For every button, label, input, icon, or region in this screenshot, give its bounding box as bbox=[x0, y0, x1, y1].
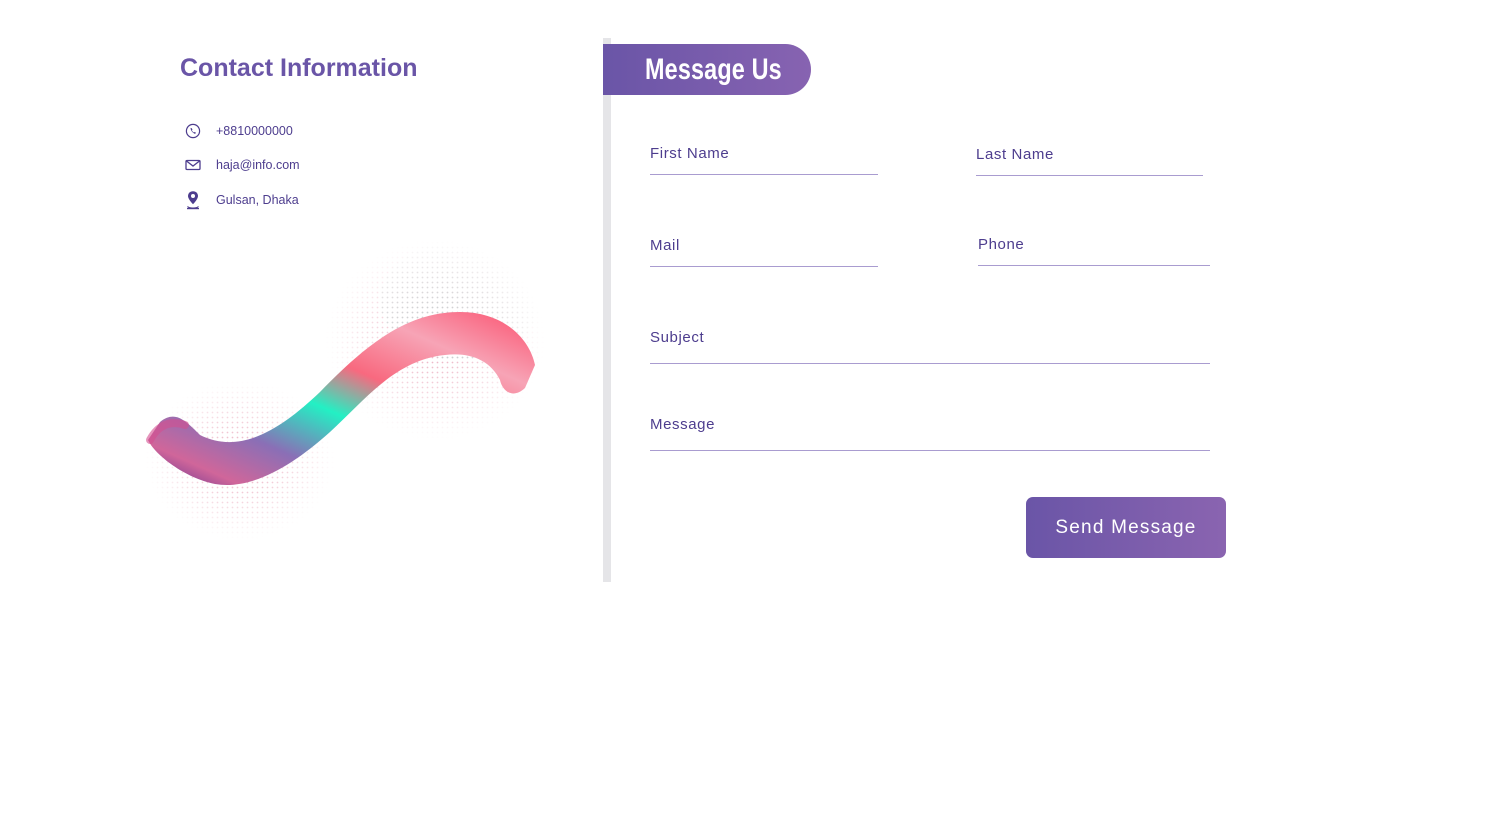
form-header: Message Us bbox=[603, 44, 811, 95]
phone-input[interactable] bbox=[978, 229, 1210, 265]
contact-phone-text: +8810000000 bbox=[216, 124, 293, 138]
last-name-input[interactable] bbox=[976, 139, 1203, 175]
send-message-button[interactable]: Send Message bbox=[1026, 497, 1226, 558]
column-divider bbox=[603, 38, 611, 582]
first-name-input[interactable] bbox=[650, 138, 878, 174]
location-pin-icon bbox=[184, 190, 202, 210]
message-field[interactable]: Message bbox=[650, 409, 1210, 451]
first-name-field[interactable]: First Name bbox=[650, 138, 878, 175]
contact-email: haja@info.com bbox=[184, 155, 300, 175]
mail-icon bbox=[184, 155, 202, 175]
mail-input[interactable] bbox=[650, 230, 878, 266]
subject-input[interactable] bbox=[650, 322, 1210, 363]
last-name-field[interactable]: Last Name bbox=[976, 139, 1203, 176]
message-input[interactable] bbox=[650, 409, 1210, 450]
phone-field[interactable]: Phone bbox=[978, 229, 1210, 266]
contact-page: Contact Information +8810000000 haja@inf… bbox=[0, 0, 1500, 832]
decorative-swoosh-illustration bbox=[145, 240, 545, 540]
contact-title: Contact Information bbox=[180, 54, 418, 82]
contact-address: Gulsan, Dhaka bbox=[184, 190, 299, 210]
contact-phone: +8810000000 bbox=[184, 121, 293, 141]
form-title: Message Us bbox=[645, 52, 782, 86]
contact-address-text: Gulsan, Dhaka bbox=[216, 193, 299, 207]
subject-field[interactable]: Subject bbox=[650, 322, 1210, 364]
phone-icon bbox=[184, 121, 202, 141]
contact-email-text: haja@info.com bbox=[216, 158, 300, 172]
mail-field[interactable]: Mail bbox=[650, 230, 878, 267]
